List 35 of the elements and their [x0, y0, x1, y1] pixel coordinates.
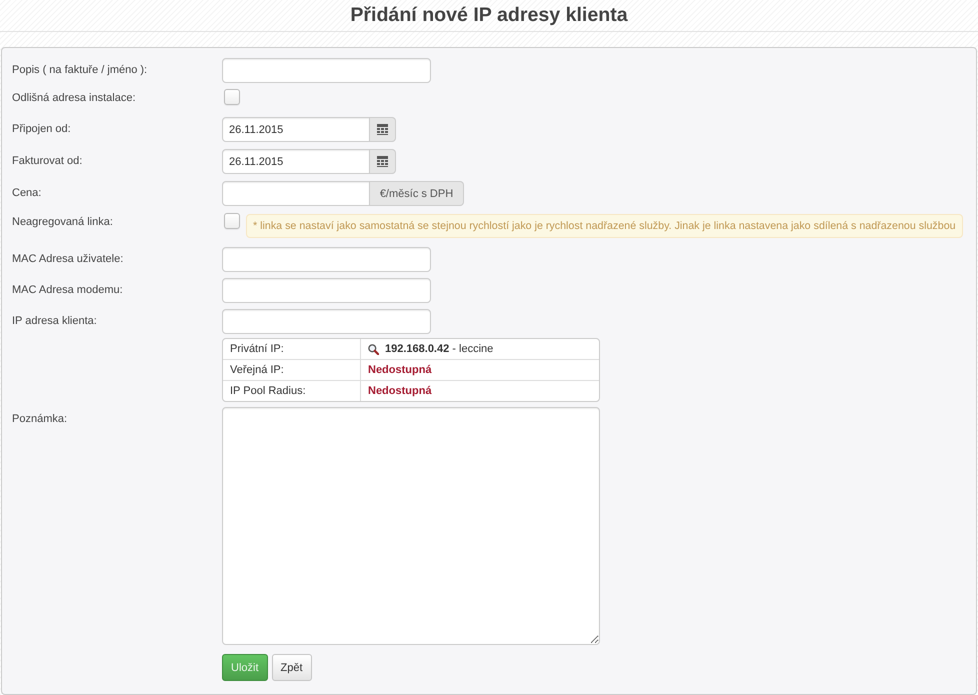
- text-input[interactable]: [222, 247, 431, 272]
- field-label: Neagregovaná linka:: [12, 215, 114, 230]
- ip-address-text: 192.168.0.42 - leccine: [385, 343, 494, 355]
- text-input[interactable]: [222, 278, 431, 303]
- date-input[interactable]: 26.11.2015: [222, 117, 370, 142]
- date-input[interactable]: 26.11.2015: [222, 149, 370, 174]
- field-label: MAC Adresa uživatele:: [12, 252, 124, 267]
- field-label: Odlišná adresa instalace:: [12, 91, 137, 106]
- status-text: Nedostupná: [368, 385, 432, 397]
- field-label: IP adresa klienta:: [12, 314, 98, 329]
- field-label: MAC Adresa modemu:: [12, 283, 124, 298]
- status-text: Nedostupná: [368, 364, 432, 376]
- info-label: Privátní IP:: [223, 339, 361, 359]
- field-label: Fakturovat od:: [12, 154, 84, 169]
- price-input[interactable]: [222, 181, 370, 206]
- calendar-icon: [377, 124, 388, 135]
- field-label: Popis ( na faktuře / jméno ):: [12, 63, 148, 78]
- search-icon[interactable]: [368, 344, 379, 354]
- checkbox[interactable]: [224, 213, 240, 229]
- page-title: Přidání nové IP adresy klienta: [350, 3, 628, 28]
- back-button[interactable]: Zpět: [272, 654, 312, 681]
- field-label: Připojen od:: [12, 122, 72, 137]
- calendar-button[interactable]: [370, 117, 396, 142]
- info-label: IP Pool Radius:: [223, 380, 361, 401]
- calendar-icon: [377, 156, 388, 167]
- checkbox[interactable]: [224, 89, 240, 105]
- field-label: Poznámka:: [12, 412, 68, 427]
- field-label: Cena:: [12, 186, 42, 201]
- info-label: Veřejná IP:: [223, 359, 361, 380]
- calendar-button[interactable]: [370, 149, 396, 174]
- note-textarea[interactable]: [222, 407, 600, 645]
- text-input[interactable]: [222, 309, 431, 334]
- text-input[interactable]: [222, 58, 431, 83]
- currency-addon: €/měsíc s DPH: [370, 181, 464, 206]
- info-note: * linka se nastaví jako samostatná se stejnou rychlostí jako je rychlost nadřazené služby. Jinak je linka nastavena jako sdílená s nadřazenou službou: [246, 214, 963, 238]
